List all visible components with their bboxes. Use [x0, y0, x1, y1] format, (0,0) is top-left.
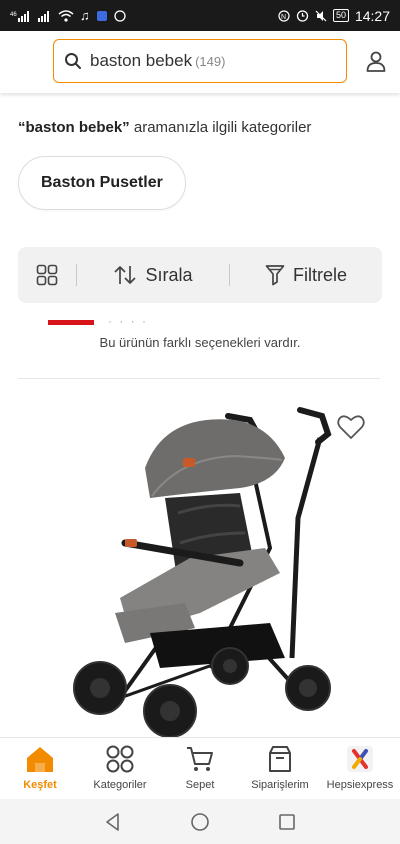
shield-icon — [96, 10, 108, 22]
previous-product-rating: · · · · — [108, 314, 148, 328]
category-chip-baston-pusetler[interactable]: Baston Pusetler — [18, 156, 186, 210]
home-circle-icon[interactable] — [190, 812, 210, 832]
orders-icon — [265, 744, 295, 774]
product-image-stroller[interactable] — [60, 398, 360, 738]
sort-label: Sırala — [145, 264, 193, 285]
bottom-nav: Keşfet Kategoriler Sepet Siparişlerim He… — [0, 737, 400, 799]
signal-2-icon — [38, 10, 52, 22]
nav-item-siparislerim[interactable]: Siparişlerim — [240, 738, 320, 799]
search-result-count: (149) — [195, 53, 226, 69]
previous-product-badge — [48, 320, 94, 325]
favorite-heart-icon[interactable] — [336, 413, 366, 441]
nav-label: Hepsiexpress — [326, 779, 394, 791]
nav-label: Sepet — [185, 779, 215, 791]
category-suffix: aramanızla ilgili kategoriler — [129, 119, 312, 136]
nav-label: Siparişlerim — [251, 779, 309, 791]
category-suggestion-title: “baston bebek” aramanızla ilgili kategor… — [18, 119, 311, 136]
sort-icon — [114, 266, 137, 284]
header: baston bebek (149) — [0, 31, 400, 93]
nav-item-sepet[interactable]: Sepet — [160, 738, 240, 799]
nav-label: Keşfet — [23, 779, 57, 791]
battery-icon: 50 — [332, 9, 349, 22]
home-icon — [25, 744, 55, 774]
status-bar: 46 ♫ N 50 14:27 — [0, 0, 400, 31]
mute-icon — [315, 10, 327, 22]
filter-label: Filtrele — [292, 264, 347, 285]
back-icon[interactable] — [103, 812, 123, 832]
user-icon[interactable] — [364, 49, 388, 73]
whatsapp-icon — [114, 9, 126, 22]
category-query: “baston bebek” — [18, 119, 130, 136]
categories-icon — [105, 744, 135, 774]
svg-text:N: N — [281, 14, 286, 21]
filter-button[interactable]: Filtrele — [230, 264, 382, 286]
android-nav-bar — [0, 799, 400, 844]
hepsiexpress-icon — [345, 744, 375, 774]
nav-item-hepsiexpress[interactable]: Hepsiexpress — [320, 738, 400, 799]
clock: 14:27 — [354, 7, 390, 24]
grid-view-icon — [36, 264, 58, 286]
list-toolbar: Sırala Filtrele — [18, 247, 382, 303]
nav-item-kesfet[interactable]: Keşfet — [0, 738, 80, 799]
variant-note: Bu ürünün farklı seçenekleri vardır. — [99, 335, 301, 350]
recents-icon[interactable] — [277, 812, 297, 832]
wifi-icon — [58, 9, 74, 22]
alarm-icon — [296, 9, 309, 22]
music-icon: ♫ — [80, 8, 90, 23]
svg-text:46: 46 — [10, 12, 17, 18]
signal-icon: 46 — [10, 10, 32, 22]
search-input[interactable]: baston bebek (149) — [53, 39, 347, 83]
search-query: baston bebek — [90, 51, 193, 70]
nav-item-kategoriler[interactable]: Kategoriler — [80, 738, 160, 799]
filter-icon — [265, 265, 285, 286]
view-toggle-button[interactable] — [18, 264, 76, 286]
nfc-icon: N — [278, 9, 290, 22]
cart-icon — [185, 744, 215, 774]
search-icon — [65, 53, 81, 69]
product-divider — [18, 378, 380, 379]
sort-button[interactable]: Sırala — [77, 264, 229, 286]
nav-label: Kategoriler — [93, 779, 147, 791]
